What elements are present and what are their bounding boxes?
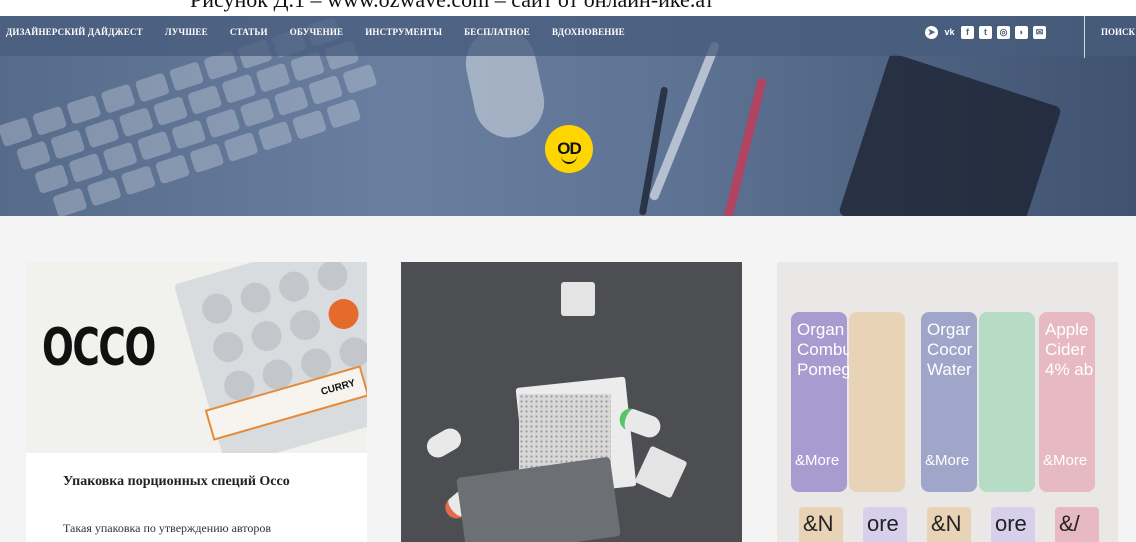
cup-illustration: &/ xyxy=(1055,507,1099,542)
article-card[interactable]: CURRY OCCO Упаковка порционных специй Oc… xyxy=(26,262,367,542)
nav-item-articles[interactable]: СТАТЬИ xyxy=(230,27,268,37)
can-text: Organ Combu Pomeg xyxy=(797,320,852,379)
smile-icon xyxy=(561,154,577,164)
can-illustration: Apple Cider 4% ab &More xyxy=(1039,312,1095,492)
site-logo[interactable]: OD xyxy=(545,125,593,173)
article-card[interactable] xyxy=(401,262,742,542)
can-brand: &More xyxy=(1043,452,1088,469)
cup-text: ore xyxy=(995,511,1027,536)
vk-icon[interactable]: vk xyxy=(943,26,956,39)
cylinder-illustration xyxy=(422,424,466,462)
article-excerpt: Такая упаковка по утверждению авторов xyxy=(63,521,272,535)
can-text: Orgar Cocor Water xyxy=(927,320,973,379)
cup-illustration: ore xyxy=(991,507,1035,542)
can-illustration: Orgar Cocor Water &More xyxy=(921,312,977,492)
document-caption: Рисунок Д.1 – www.ozwave.com – сайт от о… xyxy=(0,0,1136,16)
cube-illustration xyxy=(561,282,595,316)
pen-illustration xyxy=(721,77,768,216)
nav-item-free[interactable]: БЕСПЛАТНОЕ xyxy=(464,27,530,37)
label-text: CURRY xyxy=(319,377,357,398)
top-navigation: ДИЗАЙНЕРСКИЙ ДАЙДЖЕСТ ЛУЧШЕЕ СТАТЬИ ОБУЧ… xyxy=(0,16,1136,58)
telegram-icon[interactable]: ➤ xyxy=(925,26,938,39)
tablet-illustration xyxy=(838,52,1062,216)
nav-divider xyxy=(1084,16,1085,58)
brand-logo: OCCO xyxy=(42,318,156,378)
facebook-icon[interactable]: f xyxy=(961,26,974,39)
cup-illustration: ore xyxy=(863,507,907,542)
hero-banner: ДИЗАЙНЕРСКИЙ ДАЙДЖЕСТ ЛУЧШЕЕ СТАТЬИ ОБУЧ… xyxy=(0,16,1136,216)
can-brand: &More xyxy=(925,452,970,469)
cup-text: ore xyxy=(867,511,899,536)
cup-illustration: &N xyxy=(799,507,843,542)
search-button[interactable]: ПОИСК xyxy=(1101,27,1135,37)
cup-text: &N xyxy=(931,511,962,536)
can-brand: &More xyxy=(795,452,840,469)
can-illustration xyxy=(849,312,905,492)
rss-icon[interactable]: ◗ xyxy=(1015,26,1028,39)
caption-text: Рисунок Д.1 – www.ozwave.com – сайт от о… xyxy=(190,0,714,13)
nav-menu: ДИЗАЙНЕРСКИЙ ДАЙДЖЕСТ ЛУЧШЕЕ СТАТЬИ ОБУЧ… xyxy=(6,27,625,37)
nav-item-tools[interactable]: ИНСТРУМЕНТЫ xyxy=(365,27,442,37)
can-illustration: Organ Combu Pomeg &More xyxy=(791,312,852,492)
article-image[interactable]: CURRY OCCO xyxy=(26,262,367,453)
nav-item-digest[interactable]: ДИЗАЙНЕРСКИЙ ДАЙДЖЕСТ xyxy=(6,27,143,37)
can-text: Apple Cider 4% ab xyxy=(1045,320,1094,379)
instagram-icon[interactable]: ◎ xyxy=(997,26,1010,39)
cup-text: &N xyxy=(803,511,834,536)
cup-text: &/ xyxy=(1059,511,1080,536)
cube-illustration xyxy=(634,445,688,499)
nav-item-learning[interactable]: ОБУЧЕНИЕ xyxy=(290,27,343,37)
cup-illustration: &N xyxy=(927,507,971,542)
mail-icon[interactable]: ✉ xyxy=(1033,26,1046,39)
article-card[interactable]: Organ Combu Pomeg &More Orgar Cocor Wate… xyxy=(777,262,1118,542)
social-links: ➤ vk f t ◎ ◗ ✉ xyxy=(925,26,1046,39)
nav-item-inspiration[interactable]: ВДОХНОВЕНИЕ xyxy=(552,27,625,37)
box-illustration xyxy=(456,456,621,542)
nav-item-best[interactable]: ЛУЧШЕЕ xyxy=(165,27,208,37)
can-illustration xyxy=(979,312,1035,492)
twitter-icon[interactable]: t xyxy=(979,26,992,39)
article-title[interactable]: Упаковка порционных специй Occo xyxy=(63,474,290,490)
